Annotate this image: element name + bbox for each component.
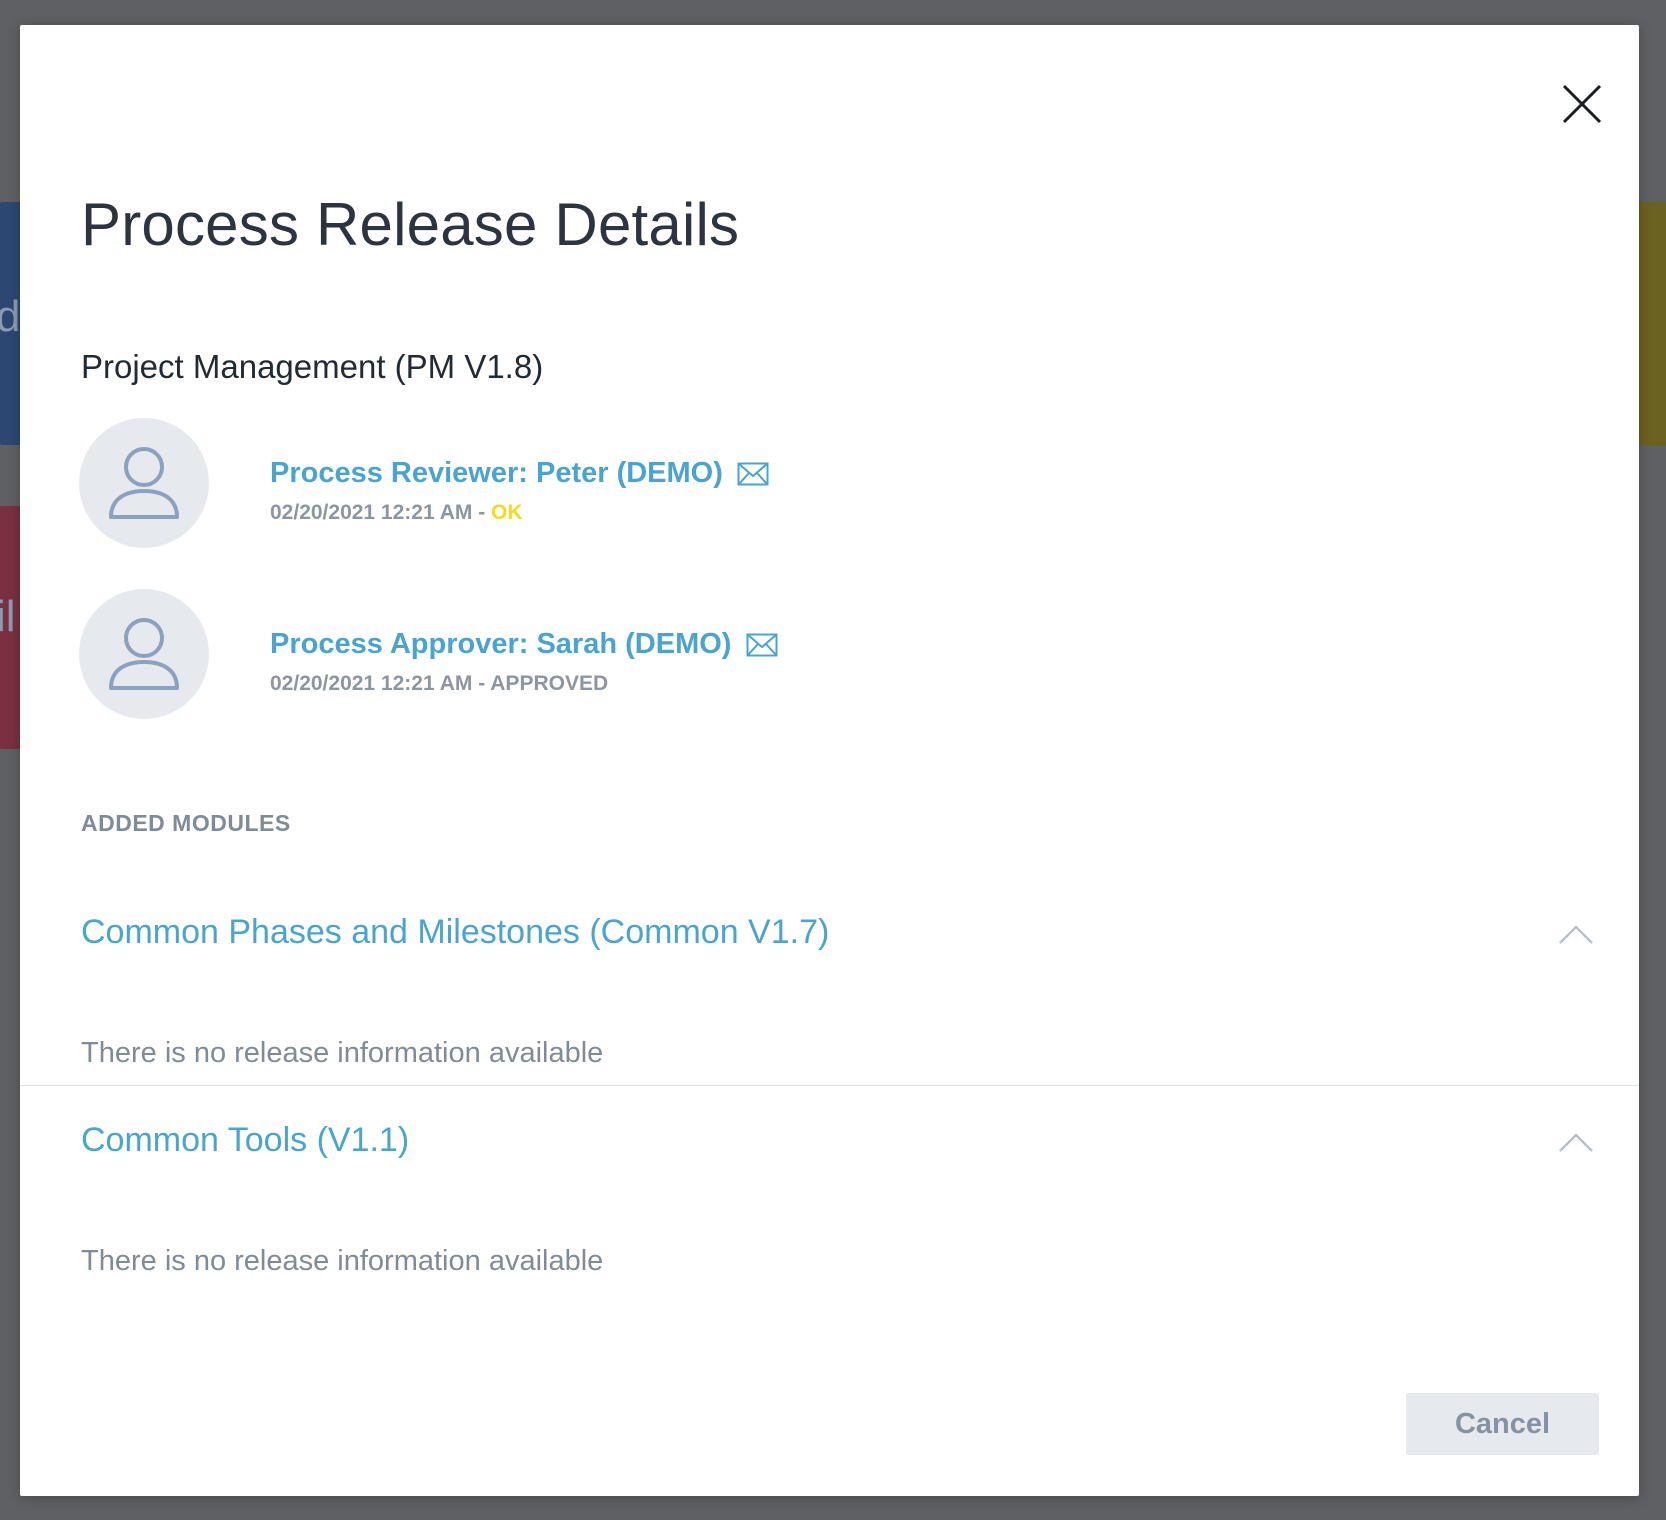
approver-name-link[interactable]: Process Approver: Sarah (DEMO) xyxy=(270,628,778,665)
avatar xyxy=(79,418,209,548)
background-text-fragment: d xyxy=(0,292,21,341)
module-divider xyxy=(20,1085,1639,1086)
approver-name[interactable]: Process Approver: Sarah (DEMO) xyxy=(270,628,731,660)
module-release-info: There is no release information availabl… xyxy=(81,1037,604,1069)
user-icon xyxy=(109,618,179,690)
approver-meta: 02/20/2021 12:21 AM - APPROVED xyxy=(270,672,608,696)
module-accordion-header[interactable]: Common Tools (V1.1) xyxy=(81,1113,1621,1173)
mail-icon[interactable] xyxy=(737,461,769,494)
meta-separator: - xyxy=(472,501,492,524)
dialog-title: Process Release Details xyxy=(81,191,740,258)
process-release-details-dialog: Process Release Details Project Manageme… xyxy=(20,25,1639,1496)
reviewer-datetime: 02/20/2021 12:21 AM xyxy=(270,501,473,524)
close-icon[interactable] xyxy=(1560,82,1604,126)
module-release-info: There is no release information availabl… xyxy=(81,1245,604,1277)
process-subtitle: Project Management (PM V1.8) xyxy=(81,348,544,385)
reviewer-meta: 02/20/2021 12:21 AM - OK xyxy=(270,501,523,525)
avatar xyxy=(79,589,209,719)
chevron-up-icon[interactable] xyxy=(1558,923,1594,950)
approver-datetime: 02/20/2021 12:21 AM xyxy=(270,672,473,695)
reviewer-entry: Process Reviewer: Peter (DEMO) 02/20/202… xyxy=(79,418,979,548)
module-title[interactable]: Common Tools (V1.1) xyxy=(81,1121,409,1160)
user-icon xyxy=(109,447,179,519)
approver-status: APPROVED xyxy=(490,672,609,695)
background-text-fragment: il xyxy=(0,592,16,641)
approver-entry: Process Approver: Sarah (DEMO) 02/20/202… xyxy=(79,589,979,719)
close-button[interactable] xyxy=(1560,82,1604,126)
added-modules-heading: ADDED MODULES xyxy=(81,810,291,836)
module-accordion-header[interactable]: Common Phases and Milestones (Common V1.… xyxy=(81,905,1621,965)
mail-icon[interactable] xyxy=(746,632,778,665)
meta-separator: - xyxy=(472,672,491,695)
chevron-up-icon[interactable] xyxy=(1558,1131,1594,1158)
reviewer-name-link[interactable]: Process Reviewer: Peter (DEMO) xyxy=(270,457,769,494)
reviewer-status: OK xyxy=(491,501,523,524)
module-title[interactable]: Common Phases and Milestones (Common V1.… xyxy=(81,913,829,952)
cancel-button[interactable]: Cancel xyxy=(1406,1393,1599,1455)
reviewer-name[interactable]: Process Reviewer: Peter (DEMO) xyxy=(270,457,723,489)
